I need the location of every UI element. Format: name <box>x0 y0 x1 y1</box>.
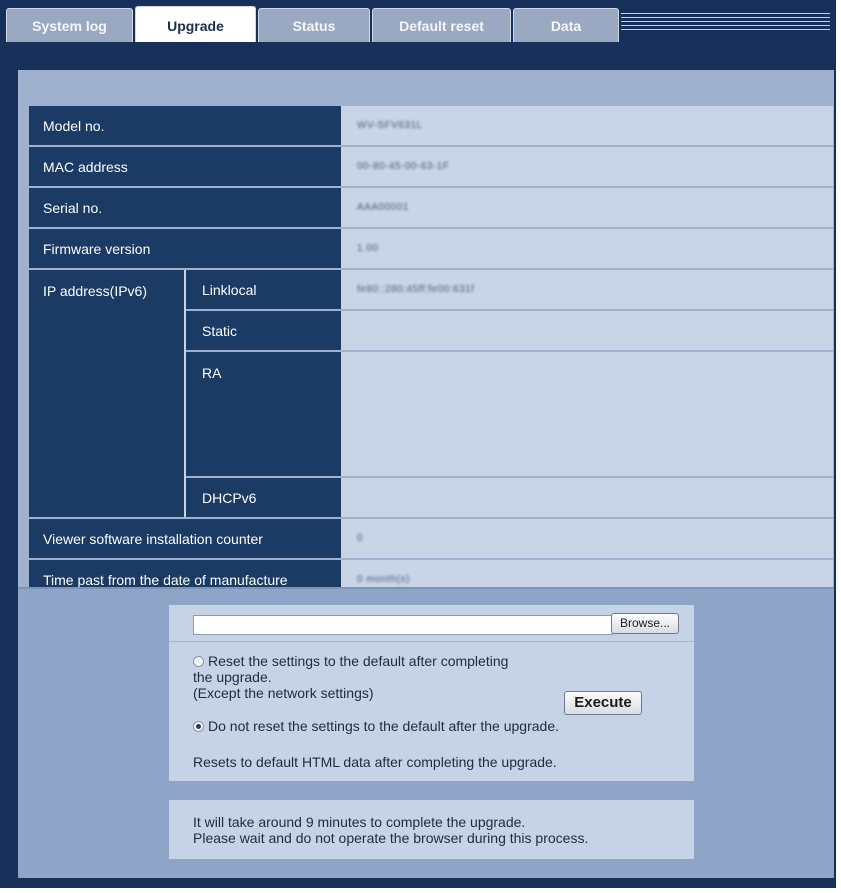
upgrade-area: Browse... Reset the settings to the defa… <box>18 587 834 878</box>
row-model-no: Model no. WV-SFV631L <box>29 106 833 145</box>
tab-label: Upgrade <box>167 18 224 34</box>
device-info-table: Model no. WV-SFV631L MAC address 00-80-4… <box>29 104 833 601</box>
row-firmware-version: Firmware version 1.00 <box>29 229 833 268</box>
reset-radio[interactable] <box>193 656 204 667</box>
option-keep[interactable]: Do not reset the settings to the default… <box>193 718 559 734</box>
execute-button[interactable]: Execute <box>564 691 642 715</box>
tab-status[interactable]: Status <box>258 8 370 42</box>
mac-address-value: 00-80-45-00-63-1F <box>343 147 833 186</box>
ra-value <box>343 352 833 476</box>
ra-label: RA <box>186 352 343 476</box>
file-select-row: Browse... <box>169 605 694 642</box>
tab-data[interactable]: Data <box>513 8 619 42</box>
option-reset[interactable]: Reset the settings to the default after … <box>193 653 508 669</box>
tab-default-reset[interactable]: Default reset <box>372 8 511 42</box>
option-reset-text-2: the upgrade. <box>193 669 272 685</box>
serial-no-value: AAA00001 <box>343 188 833 227</box>
model-no-value: WV-SFV631L <box>343 106 833 145</box>
row-serial-no: Serial no. AAA00001 <box>29 188 833 227</box>
option-reset-text-3: (Except the network settings) <box>193 685 374 701</box>
serial-no-label: Serial no. <box>29 188 343 227</box>
upgrade-form: Browse... Reset the settings to the defa… <box>169 605 694 781</box>
row-viewer-counter: Viewer software installation counter 0 <box>29 519 833 558</box>
linklocal-value: fe80::280:45ff:fe00:631f <box>343 270 833 309</box>
firmware-version-label: Firmware version <box>29 229 343 268</box>
notice-line-1: It will take around 9 minutes to complet… <box>193 814 526 830</box>
browse-button[interactable]: Browse... <box>611 613 679 634</box>
firmware-version-value: 1.00 <box>343 229 833 268</box>
tab-system-log[interactable]: System log <box>6 8 133 42</box>
option-keep-text: Do not reset the settings to the default… <box>208 718 560 734</box>
static-label: Static <box>186 311 343 350</box>
viewer-counter-label: Viewer software installation counter <box>29 519 343 558</box>
model-no-label: Model no. <box>29 106 343 145</box>
upgrade-notice: It will take around 9 minutes to complet… <box>169 800 694 859</box>
tab-label: Status <box>292 18 336 34</box>
linklocal-label: Linklocal <box>186 270 343 309</box>
tab-label: Data <box>550 18 582 34</box>
mac-address-label: MAC address <box>29 147 343 186</box>
upgrade-page: System log Upgrade Status Default reset … <box>0 0 841 893</box>
upgrade-file-input[interactable] <box>193 615 613 635</box>
device-info-area: Model no. WV-SFV631L MAC address 00-80-4… <box>18 70 834 604</box>
dhcpv6-label: DHCPv6 <box>186 478 343 517</box>
html-reset-note: Resets to default HTML data after comple… <box>193 754 557 770</box>
notice-line-2: Please wait and do not operate the brows… <box>193 830 589 846</box>
tab-label: Default reset <box>399 18 484 34</box>
static-value <box>343 311 833 350</box>
tab-bar: System log Upgrade Status Default reset … <box>0 0 836 42</box>
tab-upgrade[interactable]: Upgrade <box>135 6 256 42</box>
tab-bar-decoration <box>621 13 830 32</box>
tab-label: System log <box>32 18 107 34</box>
content-panel: Model no. WV-SFV631L MAC address 00-80-4… <box>0 42 836 888</box>
ipv6-label: IP address(IPv6) <box>29 270 186 517</box>
row-ipv6-linklocal: IP address(IPv6) Linklocal fe80::280:45f… <box>29 270 833 517</box>
viewer-counter-value: 0 <box>343 519 833 558</box>
dhcpv6-value <box>343 478 833 517</box>
keep-radio[interactable] <box>193 721 204 732</box>
option-reset-text-1: Reset the settings to the default after … <box>208 653 509 669</box>
row-mac-address: MAC address 00-80-45-00-63-1F <box>29 147 833 186</box>
